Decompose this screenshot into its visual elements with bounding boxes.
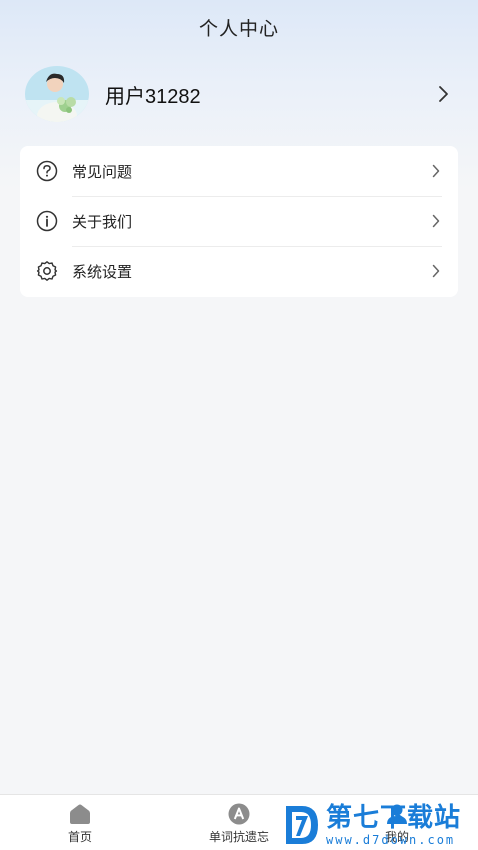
- chevron-right-icon: [430, 263, 442, 279]
- d7-logo-icon: [286, 806, 318, 844]
- tab-home[interactable]: 首页: [35, 803, 125, 845]
- menu-item-faq[interactable]: 常见问题: [20, 146, 458, 196]
- gear-icon: [36, 260, 58, 282]
- chevron-right-icon[interactable]: [433, 84, 453, 104]
- watermark-url: www.d7down.com: [326, 833, 456, 847]
- menu-item-label: 系统设置: [72, 263, 133, 281]
- profile-row[interactable]: 用户31282: [25, 66, 453, 122]
- page-title: 个人中心: [198, 19, 279, 40]
- tab-label: 单词抗遗忘: [208, 830, 269, 844]
- menu-item-about[interactable]: 关于我们: [20, 196, 458, 246]
- question-circle-icon: [36, 160, 58, 182]
- menu-card: 常见问题 关于我们 系统设置: [20, 146, 458, 297]
- watermark: 第七下载站 www.d7down.com: [284, 800, 474, 850]
- chevron-right-icon: [430, 163, 442, 179]
- avatar[interactable]: [25, 66, 89, 122]
- watermark-title: 第七下载站: [326, 803, 462, 833]
- home-icon: [67, 803, 93, 825]
- menu-item-label: 常见问题: [72, 163, 133, 181]
- username: 用户31282: [105, 85, 201, 108]
- chevron-right-icon: [430, 213, 442, 229]
- avatar-illustration-icon: [25, 66, 89, 122]
- menu-item-settings[interactable]: 系统设置: [20, 246, 458, 296]
- tab-word-review[interactable]: 单词抗遗忘: [194, 803, 284, 845]
- info-circle-icon: [36, 210, 58, 232]
- letter-a-icon: [226, 803, 252, 825]
- menu-item-label: 关于我们: [72, 213, 133, 231]
- tab-label: 首页: [67, 830, 92, 844]
